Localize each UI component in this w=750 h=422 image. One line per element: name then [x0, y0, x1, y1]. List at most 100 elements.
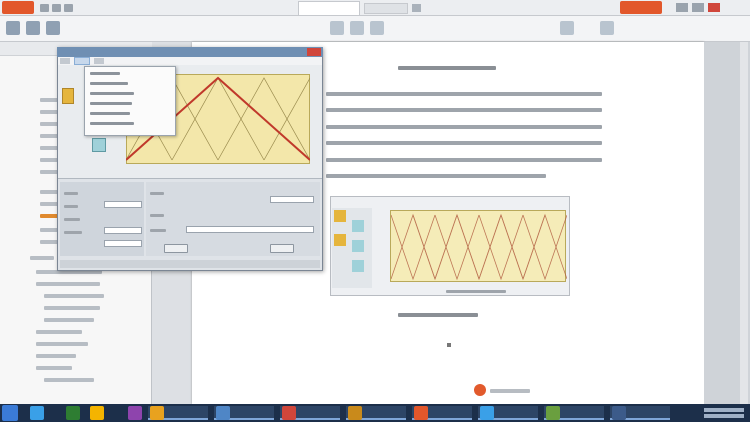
close-button[interactable]	[270, 244, 294, 253]
membership-curve	[478, 213, 524, 280]
paragraph-line	[326, 108, 602, 112]
italic-icon[interactable]	[370, 21, 384, 35]
membership-curve	[434, 213, 480, 280]
paragraph-line	[326, 92, 602, 96]
document-tab-active[interactable]	[298, 1, 360, 15]
caption-line	[398, 66, 496, 70]
watermark-logo-icon	[474, 384, 486, 396]
nav-heading-item[interactable]	[30, 256, 54, 260]
membership-curve	[171, 77, 265, 161]
taskbar-app-icon[interactable]	[414, 406, 428, 420]
new-tab-icon[interactable]	[412, 4, 421, 12]
copy-icon[interactable]	[46, 21, 60, 35]
dropdown-menu-item[interactable]	[90, 102, 132, 105]
dialog-status-bar	[60, 260, 320, 268]
cut-icon[interactable]	[26, 21, 40, 35]
quick-access-redo-icon[interactable]	[64, 4, 73, 12]
membership-curve	[522, 214, 568, 281]
taskbar-app-icon[interactable]	[282, 406, 296, 420]
dialog-dropdown-menu	[84, 66, 176, 136]
quick-access-save-icon[interactable]	[40, 4, 49, 12]
nav-heading-item[interactable]	[44, 306, 100, 310]
nav-heading-item[interactable]	[44, 318, 94, 322]
display-range-field[interactable]	[104, 240, 142, 247]
field-label	[64, 231, 82, 234]
membership-curve	[412, 214, 458, 281]
system-tray[interactable]	[700, 405, 748, 421]
membership-name-field[interactable]	[270, 196, 314, 203]
caption-line	[398, 313, 478, 317]
font-icon[interactable]	[330, 21, 344, 35]
taskbar-app-icon[interactable]	[90, 406, 104, 420]
membership-curve	[434, 214, 480, 281]
close-icon[interactable]	[307, 48, 321, 56]
membership-params-field[interactable]	[186, 226, 314, 233]
field-label	[150, 192, 164, 195]
dialog-menu-item[interactable]	[94, 58, 104, 64]
dropdown-menu-item[interactable]	[90, 122, 134, 125]
paragraph-line	[326, 174, 546, 178]
membership-curve	[390, 214, 436, 281]
variable-type-field[interactable]	[104, 201, 142, 208]
figure-axis-label	[446, 290, 506, 293]
dropdown-menu-item[interactable]	[90, 82, 128, 85]
field-label	[64, 218, 80, 221]
taskbar-app-icon[interactable]	[348, 406, 362, 420]
taskbar-app-icon[interactable]	[216, 406, 230, 420]
taskbar-app-icon[interactable]	[612, 406, 626, 420]
clock-date	[704, 414, 744, 418]
minimize-icon[interactable]	[676, 3, 688, 12]
start-icon[interactable]	[2, 405, 18, 421]
taskbar-app-icon[interactable]	[128, 406, 142, 420]
dialog-menu-item[interactable]	[60, 58, 70, 64]
figure-membership-plot	[390, 210, 568, 282]
maximize-icon[interactable]	[692, 3, 704, 12]
account-button[interactable]	[620, 1, 662, 14]
variable-range-field[interactable]	[104, 227, 142, 234]
dialog-output-block[interactable]	[92, 138, 106, 152]
app-menu-button[interactable]	[2, 1, 34, 14]
nav-heading-item[interactable]	[44, 378, 94, 382]
taskbar-app-icon[interactable]	[150, 406, 164, 420]
close-icon[interactable]	[708, 3, 720, 12]
clock-time	[704, 408, 744, 412]
taskbar-app-icon[interactable]	[546, 406, 560, 420]
dropdown-menu-item[interactable]	[90, 112, 130, 115]
text-cursor	[447, 343, 451, 347]
quick-access-undo-icon[interactable]	[52, 4, 61, 12]
figure-rule-block	[352, 240, 364, 252]
membership-curve	[478, 214, 524, 281]
figure-input-block	[334, 210, 346, 222]
paragraph-line	[326, 141, 602, 145]
nav-heading-item[interactable]	[36, 342, 88, 346]
paragraph-line	[326, 158, 602, 162]
taskbar-app-icon[interactable]	[66, 406, 80, 420]
field-label	[150, 214, 164, 217]
membership-curve	[390, 213, 436, 280]
nav-heading-item[interactable]	[36, 330, 82, 334]
taskbar-app-icon[interactable]	[480, 406, 494, 420]
figure-output-block	[352, 260, 364, 272]
membership-curve	[500, 214, 546, 281]
dropdown-menu-item[interactable]	[90, 92, 134, 95]
dialog-title-bar[interactable]	[57, 47, 323, 57]
nav-heading-item[interactable]	[44, 294, 104, 298]
help-button[interactable]	[164, 244, 188, 253]
dropdown-menu-item[interactable]	[90, 72, 120, 75]
taskbar-app-icon[interactable]	[30, 406, 44, 420]
styles-icon[interactable]	[560, 21, 574, 35]
figure-membership-curves	[390, 213, 568, 281]
paste-icon[interactable]	[6, 21, 20, 35]
paragraph-line	[326, 125, 602, 129]
document-tab[interactable]	[364, 3, 408, 14]
field-label	[150, 229, 166, 232]
dialog-input-block[interactable]	[62, 88, 74, 104]
nav-heading-item[interactable]	[36, 354, 76, 358]
dialog-menu-item-open[interactable]	[74, 57, 90, 65]
document-scrollbar[interactable]	[740, 42, 748, 404]
nav-heading-item[interactable]	[36, 282, 100, 286]
nav-heading-item[interactable]	[36, 366, 72, 370]
field-label	[64, 192, 78, 195]
bold-icon[interactable]	[350, 21, 364, 35]
find-icon[interactable]	[600, 21, 614, 35]
